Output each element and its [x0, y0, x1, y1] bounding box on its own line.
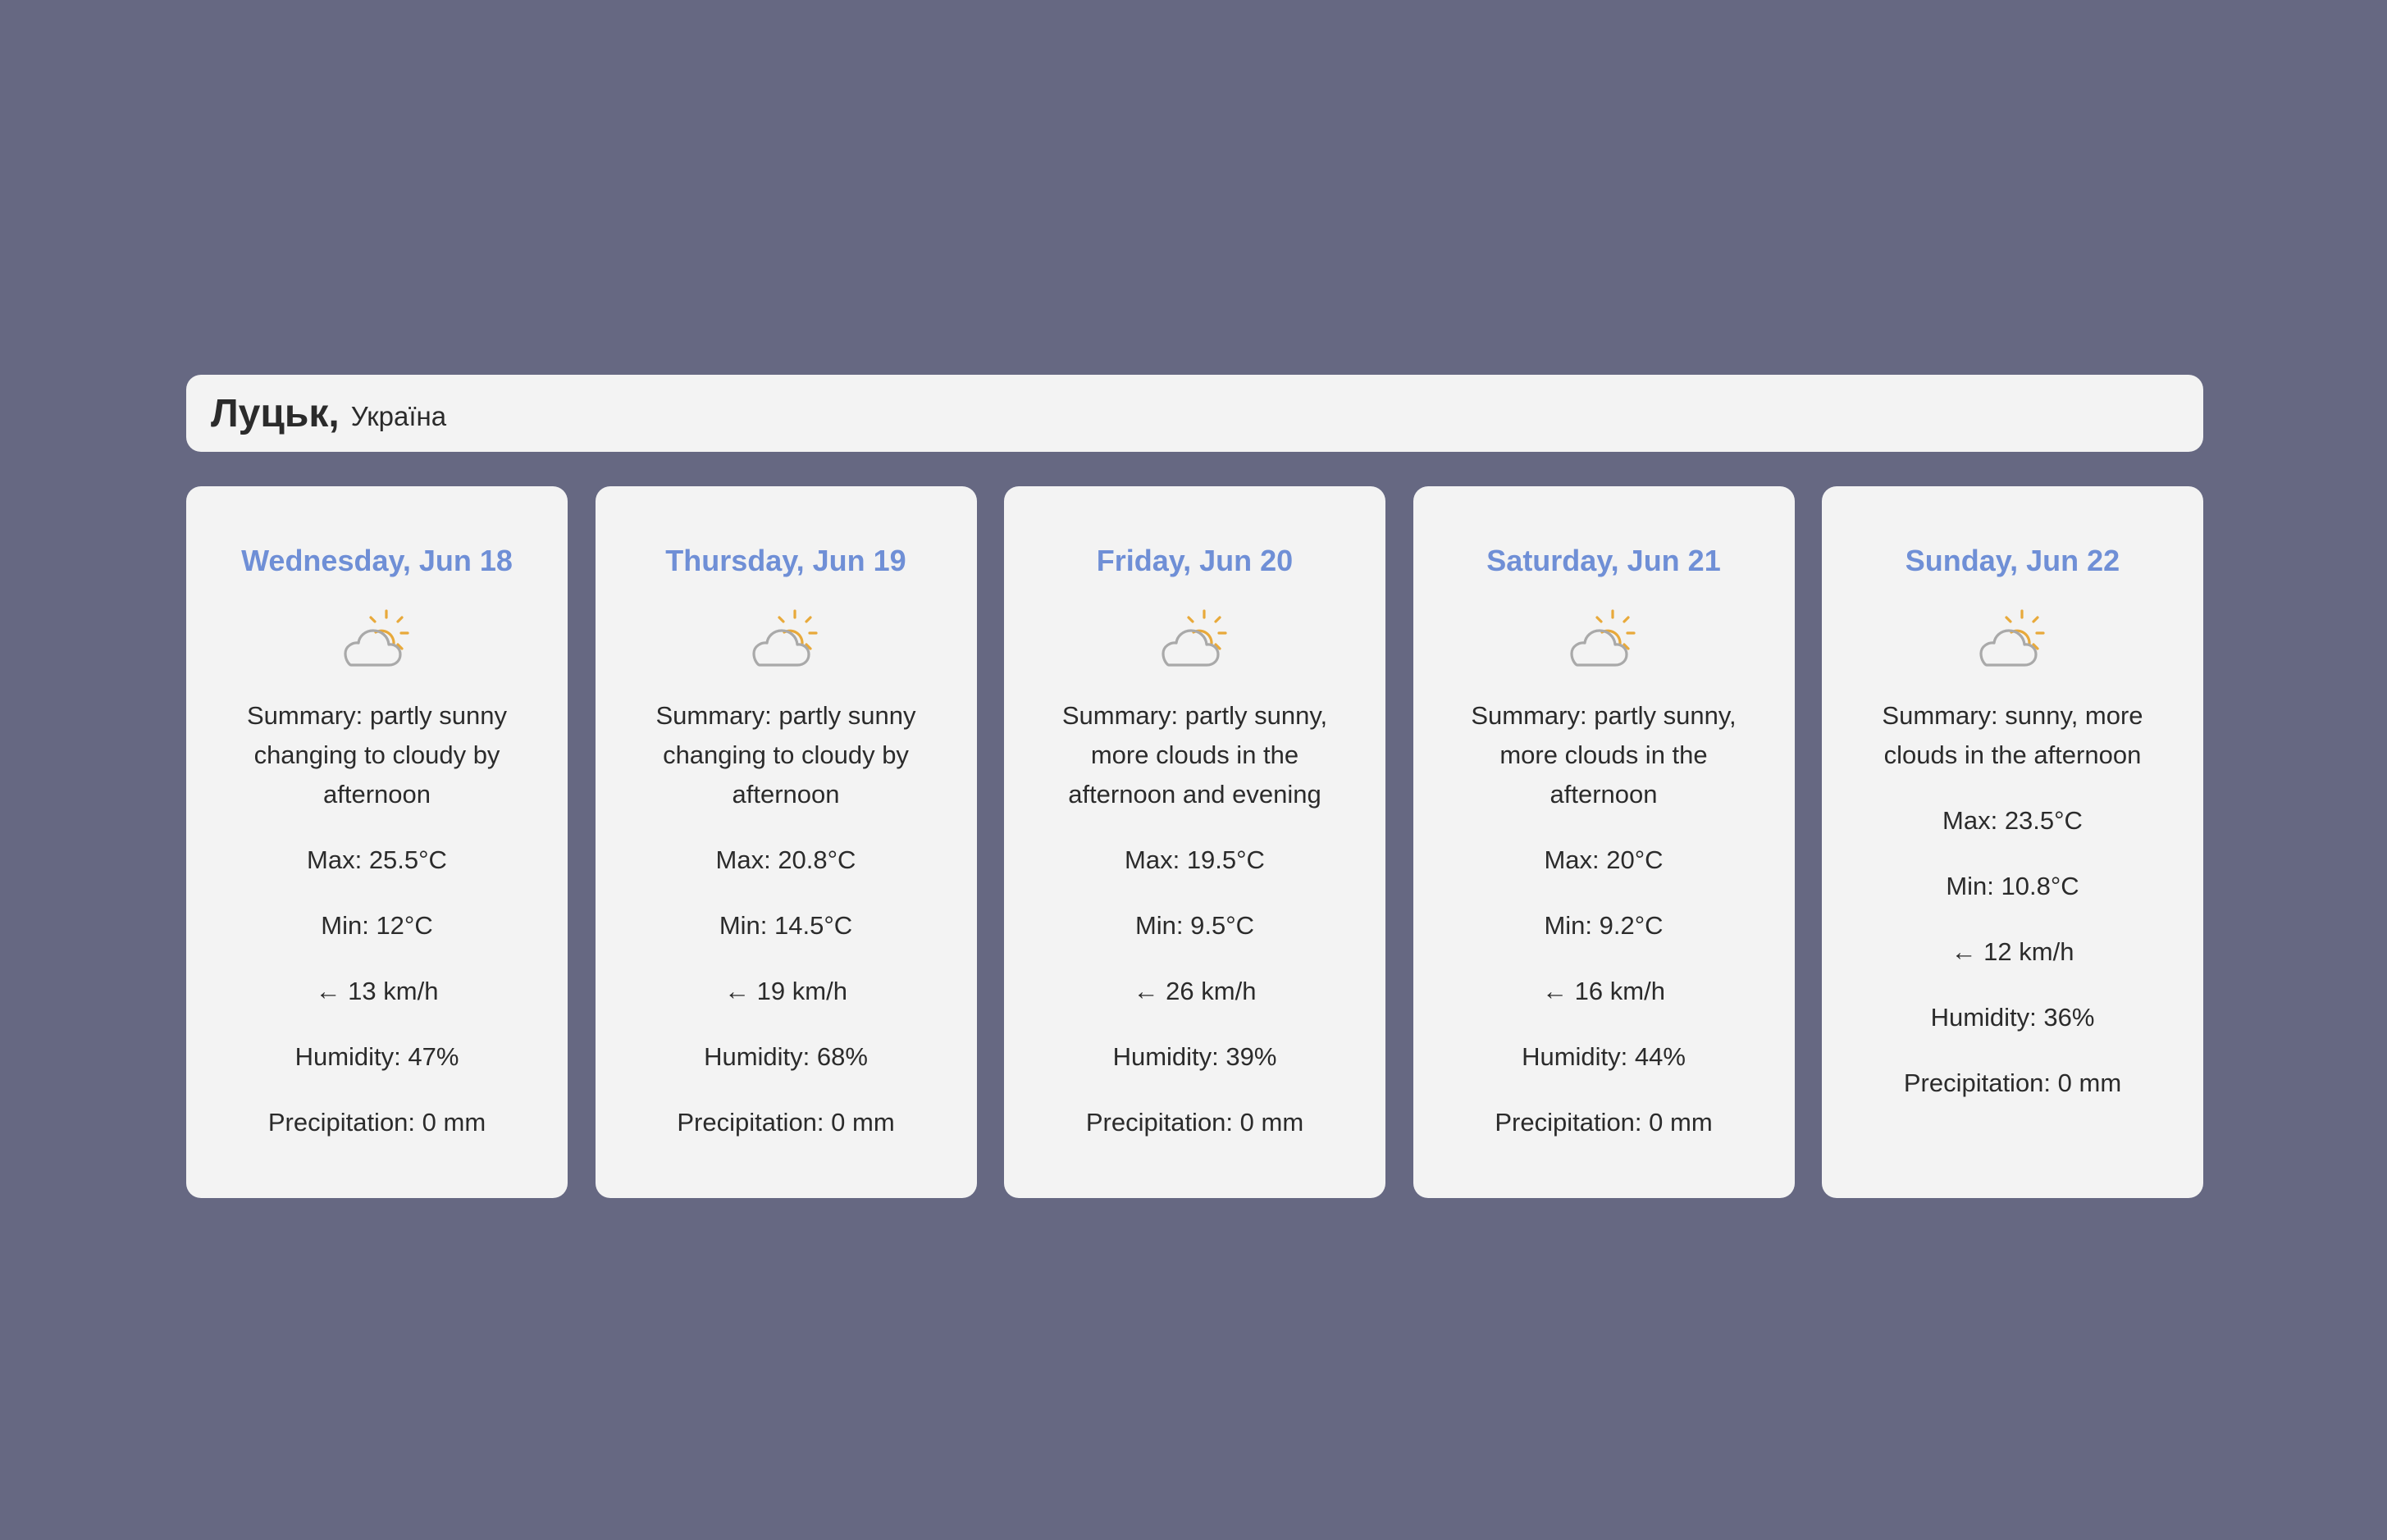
min-temp: Min: 9.5°C	[1134, 911, 1255, 940]
min-temp: Min: 14.5°C	[719, 911, 853, 940]
summary-text: Summary: sunny, more clouds in the after…	[1882, 701, 2143, 769]
wind-speed: ← 13 km/h	[315, 977, 439, 1005]
wind-speed: ← 12 km/h	[1951, 937, 2074, 966]
min-temp: Min: 10.8°C	[1946, 872, 2079, 900]
summary-text: Summary: partly sunny, more clouds in th…	[1061, 701, 1328, 809]
day-title: Wednesday, Jun 18	[241, 544, 513, 577]
forecast-card-day-2: Thursday, Jun 19 Summary: partly sunny c…	[595, 486, 977, 1198]
day-title: Thursday, Jun 19	[665, 544, 906, 577]
country-name: Україна	[350, 401, 447, 431]
partly-cloudy-icon	[1979, 609, 2045, 667]
city-name: Луцьк	[211, 391, 329, 435]
max-temp: Max: 20.8°C	[715, 845, 856, 874]
precipitation: Precipitation: 0 mm	[1495, 1108, 1713, 1137]
precipitation: Precipitation: 0 mm	[1903, 1068, 2122, 1097]
humidity: Humidity: 36%	[1930, 1003, 2095, 1032]
wind-speed: ← 26 km/h	[1133, 977, 1257, 1005]
max-temp: Max: 23.5°C	[1942, 806, 2083, 835]
partly-cloudy-icon	[1570, 609, 1636, 667]
forecast-card-day-1: Wednesday, Jun 18 Summary: partly sunny …	[186, 486, 568, 1198]
summary-text: Summary: partly sunny, more clouds in th…	[1471, 701, 1737, 809]
day-title: Friday, Jun 20	[1096, 544, 1294, 577]
forecast-card-day-4: Saturday, Jun 21 Summary: partly sunny, …	[1413, 486, 1795, 1198]
forecast-card-day-5: Sunday, Jun 22 Summary: sunny, more clou…	[1822, 486, 2203, 1198]
partly-cloudy-icon	[1161, 609, 1227, 667]
humidity: Humidity: 39%	[1112, 1042, 1277, 1071]
wind-speed: ← 16 km/h	[1542, 977, 1665, 1005]
forecast-card-day-3: Friday, Jun 20 Summary: partly sunny, mo…	[1004, 486, 1385, 1198]
wind-speed: ← 19 km/h	[724, 977, 847, 1005]
precipitation: Precipitation: 0 mm	[267, 1108, 486, 1137]
min-temp: Min: 9.2°C	[1544, 911, 1664, 940]
location-header: Луцьк, Україна	[186, 375, 2203, 452]
humidity: Humidity: 47%	[294, 1042, 459, 1071]
summary-text: Summary: partly sunny changing to cloudy…	[655, 701, 916, 809]
min-temp: Min: 12°C	[321, 911, 433, 940]
partly-cloudy-icon	[343, 609, 409, 667]
max-temp: Max: 25.5°C	[307, 845, 447, 874]
humidity: Humidity: 44%	[1522, 1042, 1686, 1071]
city-separator: ,	[328, 391, 340, 435]
day-title: Saturday, Jun 21	[1486, 544, 1721, 577]
max-temp: Max: 19.5°C	[1125, 845, 1265, 874]
forecast-cards: Wednesday, Jun 18 Summary: partly sunny …	[186, 486, 2203, 1198]
precipitation: Precipitation: 0 mm	[677, 1108, 895, 1137]
partly-cloudy-icon	[752, 609, 818, 667]
day-title: Sunday, Jun 22	[1905, 544, 2120, 577]
precipitation: Precipitation: 0 mm	[1085, 1108, 1304, 1137]
humidity: Humidity: 68%	[704, 1042, 868, 1071]
summary-text: Summary: partly sunny changing to cloudy…	[247, 701, 507, 809]
max-temp: Max: 20°C	[1544, 845, 1664, 874]
